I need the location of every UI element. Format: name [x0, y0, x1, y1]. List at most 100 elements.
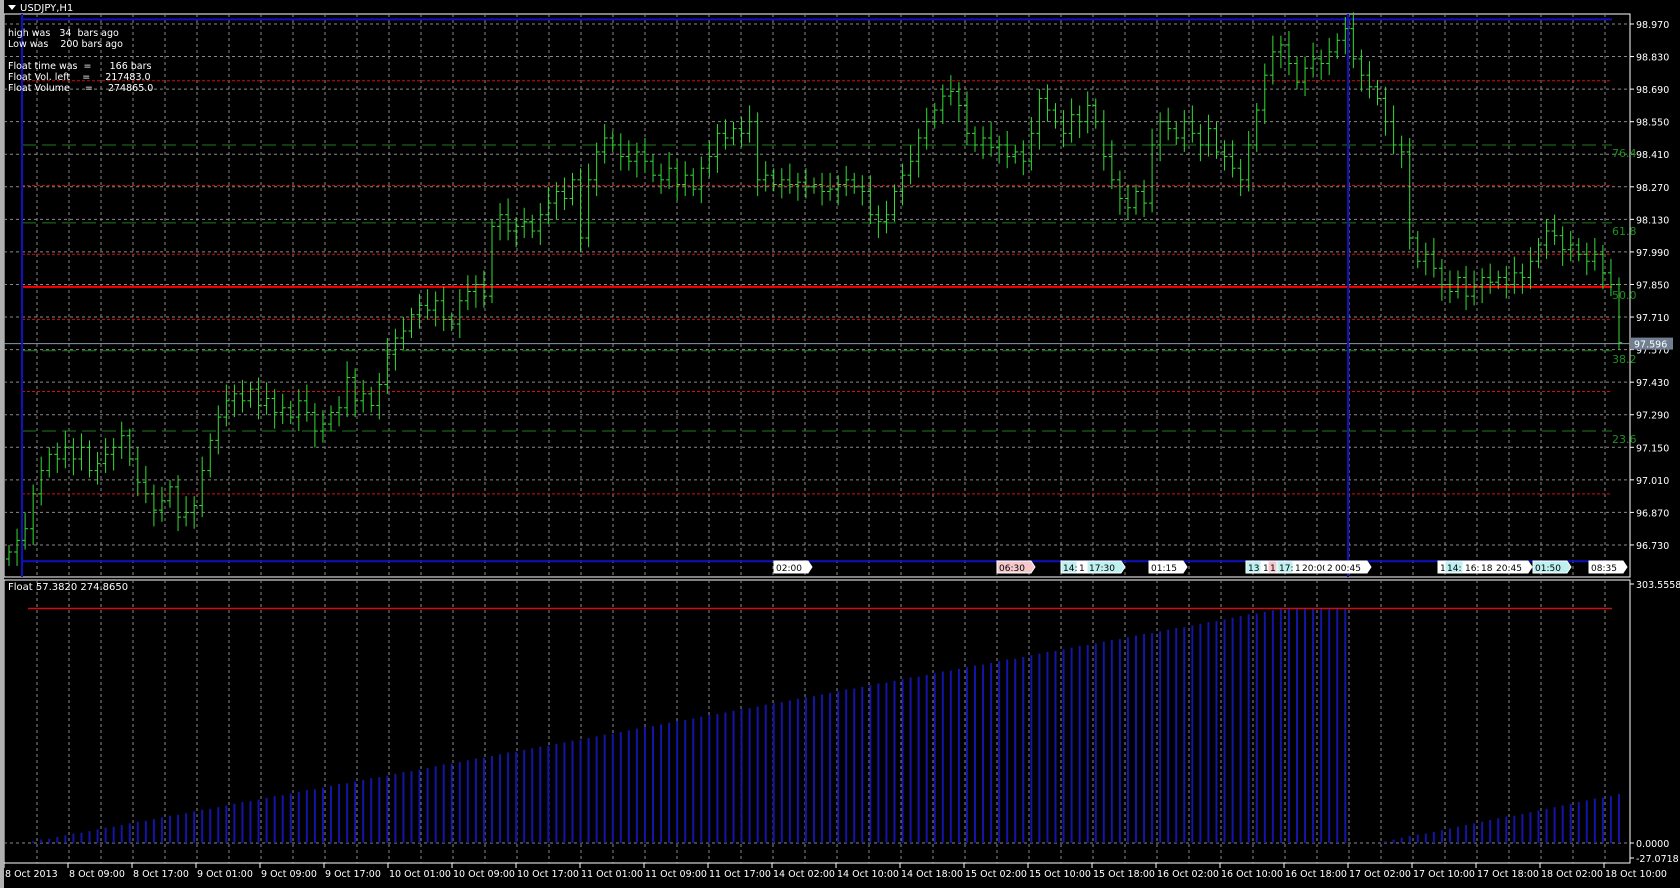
marker-label: 14:	[1063, 564, 1077, 574]
time-tick-label: 11 Oct 09:00	[645, 869, 707, 880]
ohlc-bar	[1543, 219, 1550, 259]
time-marker[interactable]: 01:50	[1532, 560, 1572, 574]
price-tick-label: 98.970	[1636, 20, 1669, 31]
ohlc-bar	[1237, 158, 1244, 197]
ohlc-bar	[770, 168, 777, 192]
ohlc-bar	[1004, 130, 1011, 169]
ohlc-bar	[955, 82, 962, 122]
marker-label: 08:35	[1591, 564, 1617, 574]
ohlc-bar	[183, 496, 190, 527]
current-price-label: 97.596	[1634, 340, 1667, 351]
ohlc-bar	[199, 456, 206, 518]
ohlc-bar	[207, 433, 214, 478]
ohlc-bar	[690, 168, 697, 197]
fibo-level-label: 23.6	[1612, 433, 1637, 446]
ohlc-bar	[1511, 256, 1518, 294]
price-tick-label: 97.850	[1636, 280, 1669, 291]
price-tick-label: 97.990	[1636, 248, 1669, 259]
ohlc-bar	[1213, 121, 1220, 159]
ohlc-bar	[1108, 140, 1115, 190]
ohlc-bar	[328, 405, 334, 432]
ohlc-bar	[537, 203, 544, 245]
time-marker[interactable]: 20:45	[1493, 560, 1533, 574]
time-tick-label: 16 Oct 02:00	[1157, 869, 1219, 880]
ohlc-bar	[231, 384, 238, 418]
ohlc-bar	[464, 275, 471, 311]
price-chart[interactable]: 98.970 98.830 98.690 98.550 98.410 98.270 98.1…	[0, 0, 1680, 888]
ohlc-bar	[875, 205, 882, 238]
ohlc-bar	[1438, 258, 1445, 301]
ohlc-bar	[835, 175, 842, 206]
marker-label: 17:30	[1089, 564, 1115, 574]
ohlc-bar	[593, 142, 600, 197]
ohlc-bar	[1189, 105, 1196, 143]
time-marker[interactable]: 17:30	[1086, 560, 1126, 574]
marker-label: 02:00	[776, 564, 802, 574]
ohlc-bar	[794, 172, 801, 201]
price-tick-label: 97.290	[1636, 411, 1669, 422]
time-tick-label: 14 Oct 02:00	[773, 869, 835, 880]
time-marker[interactable]: 02:00	[773, 560, 813, 574]
ohlc-bar	[1141, 179, 1148, 218]
time-marker[interactable]: 01:15	[1148, 560, 1188, 574]
ohlc-bar	[1020, 140, 1027, 176]
ohlc-bar	[456, 289, 463, 339]
ohlc-bar	[1277, 35, 1284, 69]
time-tick-label: 10 Oct 09:00	[453, 869, 515, 880]
ohlc-bar	[1036, 89, 1043, 150]
ohlc-bar	[1350, 12, 1357, 69]
ohlc-bar	[376, 372, 383, 420]
price-tick-label: 97.710	[1636, 313, 1669, 324]
ohlc-bar	[682, 161, 689, 197]
fibo-level-label: 50.0	[1612, 289, 1637, 302]
main-pane-border	[3, 13, 1631, 578]
chart-title[interactable]: USDJPY,H1	[8, 3, 73, 14]
chart-window[interactable]: 98.970 98.830 98.690 98.550 98.410 98.270 98.1…	[0, 0, 1680, 888]
ohlc-bar	[1068, 98, 1075, 143]
ohlc-bar	[1253, 103, 1260, 152]
time-marker[interactable]: 08:35	[1588, 560, 1628, 574]
ohlc-bar	[1076, 105, 1083, 138]
time-marker[interactable]: 00:45	[1332, 560, 1372, 574]
time-tick-label: 11 Oct 01:00	[581, 869, 643, 880]
ohlc-bar	[360, 379, 367, 413]
ohlc-bar	[947, 75, 954, 106]
ohlc-bar	[311, 403, 318, 448]
ohlc-bar	[899, 163, 906, 206]
marker-label: 14:	[1447, 564, 1461, 574]
ohlc-bar	[150, 484, 157, 527]
marker-label: 13:	[1248, 564, 1262, 574]
price-tick-label: 96.730	[1636, 541, 1669, 552]
time-marker[interactable]: 06:30	[996, 560, 1036, 574]
ohlc-bar	[802, 168, 809, 199]
ohlc-bar	[1463, 265, 1470, 311]
time-tick-label: 10 Oct 17:00	[517, 869, 579, 880]
ohlc-bar	[577, 168, 584, 252]
ohlc-bar	[46, 447, 53, 478]
ohlc-bar	[1398, 135, 1405, 169]
time-tick-label: 15 Oct 10:00	[1029, 869, 1091, 880]
ohlc-bar	[271, 389, 278, 429]
ohlc-bar	[1583, 242, 1590, 276]
ohlc-bar	[247, 382, 254, 408]
ohlc-bar	[1414, 231, 1421, 269]
ohlc-bar	[513, 217, 520, 248]
dropdown-triangle-icon[interactable]	[8, 5, 16, 10]
ohlc-bar	[1471, 270, 1478, 306]
ohlc-bar	[14, 528, 21, 566]
ohlc-bar	[617, 133, 624, 171]
ohlc-bar	[1487, 263, 1494, 294]
ohlc-bar	[448, 312, 455, 332]
ohlc-bar	[819, 172, 826, 206]
ohlc-bar	[1092, 98, 1099, 129]
ohlc-bar	[62, 431, 69, 469]
price-tick-label: 98.550	[1636, 118, 1669, 129]
info-low: Low was 200 bars ago	[8, 39, 123, 50]
marker-label: 16:	[1465, 564, 1479, 574]
time-tick-label: 17 Oct 10:00	[1413, 869, 1475, 880]
price-tick-label: 98.130	[1636, 215, 1669, 226]
ohlc-bar	[86, 440, 93, 478]
ohlc-bar	[843, 165, 850, 197]
marker-label: 20:00	[1302, 564, 1328, 574]
ohlc-bar	[585, 163, 592, 248]
